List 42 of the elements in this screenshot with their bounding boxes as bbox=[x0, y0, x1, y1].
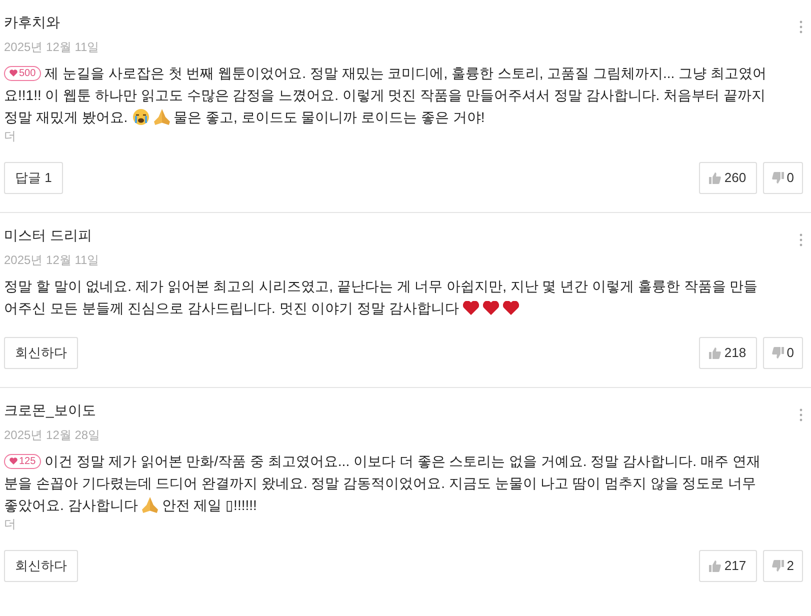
dislike-button[interactable]: 0 bbox=[762, 162, 803, 194]
comment-text: 좋았어요. 감사합니다 bbox=[4, 496, 138, 515]
author-name: 카후치와 bbox=[4, 13, 60, 32]
comment-text: 요!!1!! 이 웹툰 하나만 읽고도 수많은 감정을 느꼈어요. 이렇게 멋진 작품을 만들어주셔서 정말 감사합니다. 처음부터 끝까지 bbox=[4, 86, 766, 105]
author-name: 크로몬_보이도 bbox=[4, 401, 96, 420]
author-name: 미스터 드리피 bbox=[4, 226, 92, 245]
comment-text: 어주신 모든 분들께 진심으로 감사드립니다. 멋진 이야기 정말 감사합니다 bbox=[4, 299, 460, 318]
reply-button[interactable]: 회신하다 bbox=[4, 550, 78, 582]
dislike-button[interactable]: 2 bbox=[762, 550, 803, 582]
comment-text: 정말 할 말이 없네요. 제가 읽어본 최고의 시리즈였고, 끝난다는 게 너무 아쉽지만, 지난 몇 년간 이렇게 훌륭한 작품을 만들 bbox=[4, 277, 758, 296]
heart-icon bbox=[503, 301, 520, 315]
praying-hands-icon bbox=[142, 497, 158, 513]
comment-text: 제 눈길을 사로잡은 첫 번째 웹툰이었어요. 정말 재밌는 코미디에, 훌륭한 스토리, 고품질 그림체까지... 그냥 최고였어 bbox=[44, 64, 766, 83]
thumbs-up-icon bbox=[709, 560, 722, 572]
like-button[interactable]: 217 bbox=[698, 550, 757, 582]
heart-icon bbox=[483, 301, 500, 315]
more-options-icon[interactable] bbox=[799, 20, 803, 34]
dislike-button[interactable]: 0 bbox=[762, 337, 803, 369]
super-like-badge: 125 bbox=[4, 454, 41, 468]
more-options-icon[interactable] bbox=[799, 233, 803, 247]
thumbs-down-icon bbox=[772, 347, 784, 359]
thumbs-up-icon bbox=[709, 172, 722, 184]
comment-text: 이건 정말 제가 읽어본 만화/작품 중 최고였어요... 이보다 더 좋은 스토리는 없을 거예요. 정말 감사합니다. 매주 연재 bbox=[44, 452, 760, 471]
thumbs-down-icon bbox=[772, 560, 784, 572]
like-button[interactable]: 218 bbox=[698, 337, 757, 369]
reply-button[interactable]: 회신하다 bbox=[4, 337, 78, 369]
thumbs-down-icon bbox=[772, 172, 784, 184]
comment-text: 정말 재밌게 봤어요. bbox=[4, 108, 128, 127]
comment-text: 안전 제일 ▯!!!!!! bbox=[162, 496, 257, 515]
comment-date: 2025년 12월 28일 bbox=[4, 427, 102, 444]
super-like-badge: 500 bbox=[4, 66, 41, 80]
thumbs-up-icon bbox=[709, 347, 722, 359]
reply-button[interactable]: 답글 1 bbox=[4, 162, 63, 194]
crying-face-icon bbox=[132, 108, 150, 126]
heart-icon bbox=[463, 301, 480, 315]
comment-text: 분을 손꼽아 기다렸는데 드디어 완결까지 왔네요. 정말 감동적이었어요. 지금도 눈물이 나고 땀이 멈추지 않을 정도로 너무 bbox=[4, 474, 756, 493]
comment-date: 2025년 12월 11일 bbox=[4, 252, 100, 269]
comment-date: 2025년 12월 11일 bbox=[4, 39, 100, 56]
more-options-icon[interactable] bbox=[799, 408, 803, 422]
comment-text: 물은 좋고, 로이드도 물이니까 로이드는 좋은 거야! bbox=[174, 108, 485, 127]
like-button[interactable]: 260 bbox=[698, 162, 757, 194]
praying-hands-icon bbox=[154, 109, 170, 125]
